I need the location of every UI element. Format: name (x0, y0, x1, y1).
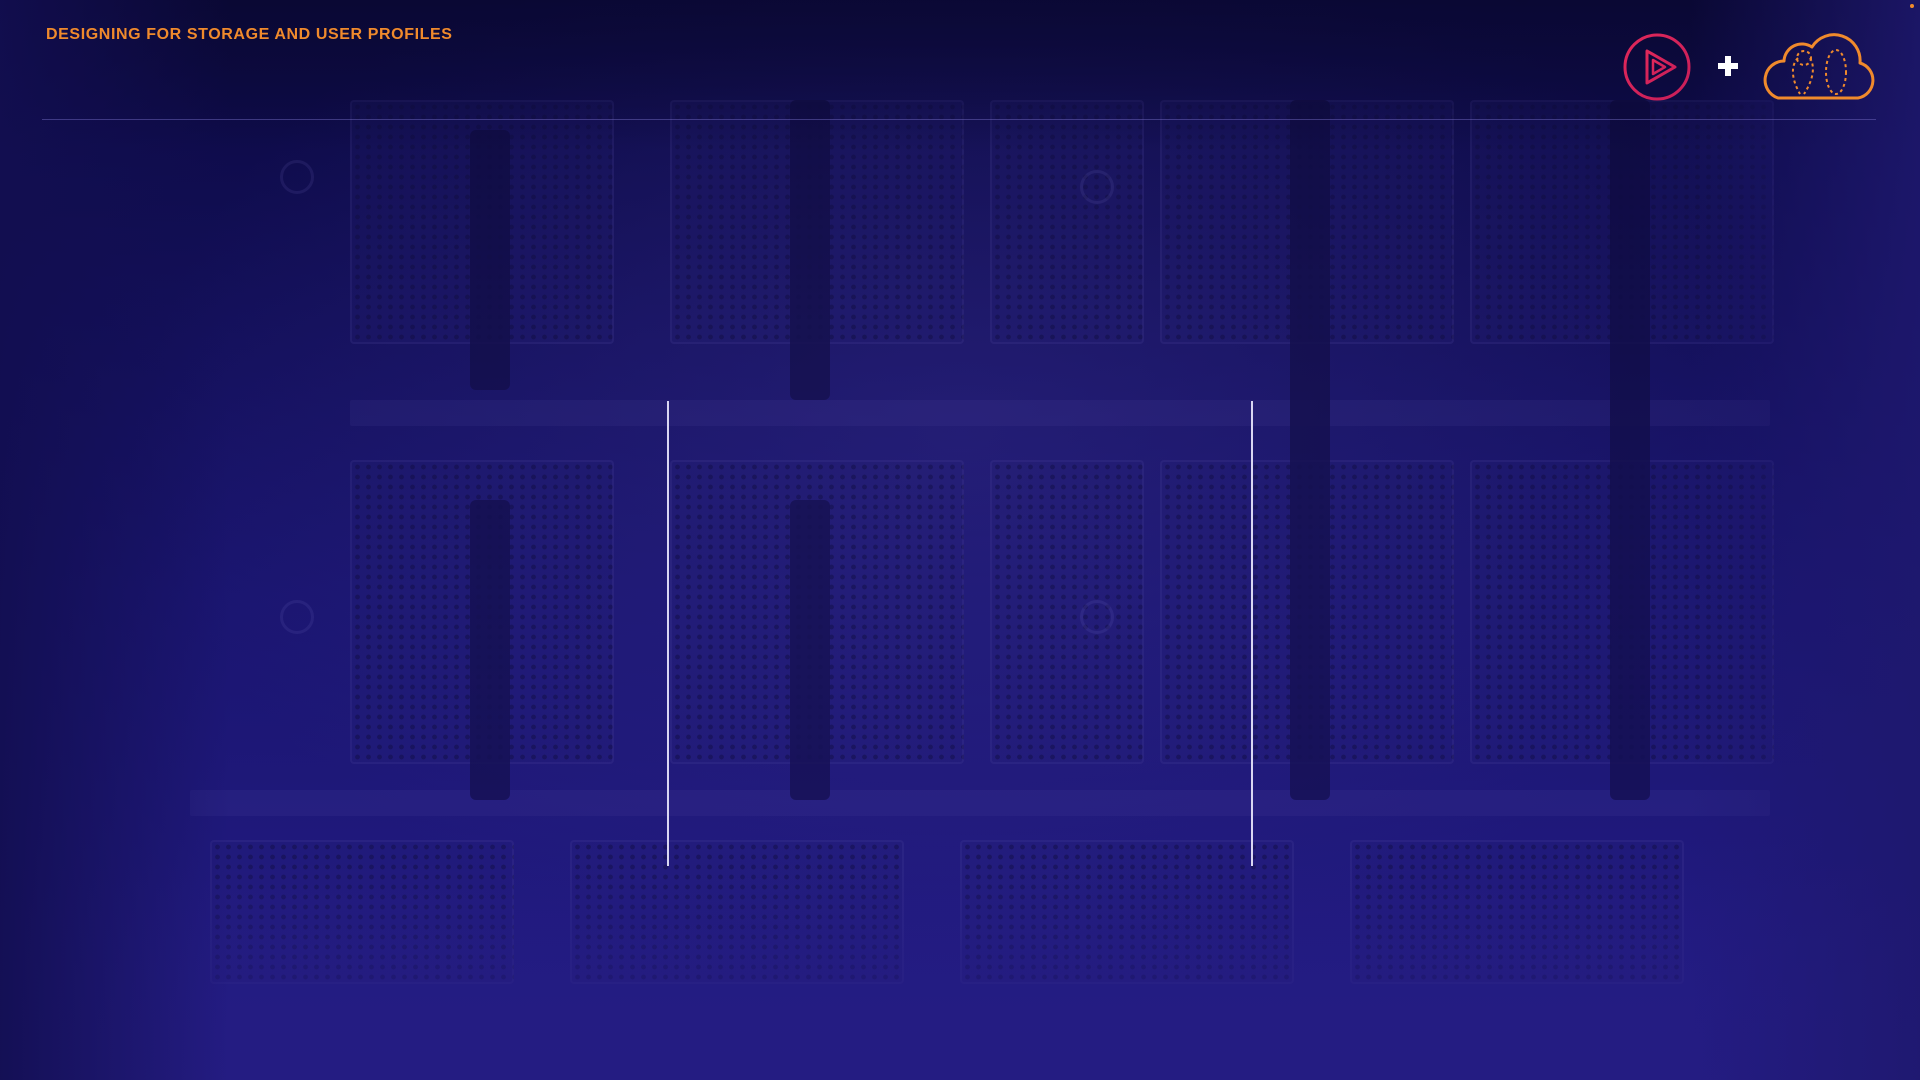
plus-icon (1718, 56, 1738, 76)
cloud-logo-icon (1763, 33, 1875, 100)
slide: DESIGNING FOR STORAGE AND USER PROFILES (0, 0, 1920, 1080)
header-divider (42, 119, 1876, 120)
vertical-divider-left (667, 401, 669, 866)
background-vignette (0, 0, 1920, 1080)
corner-marker (1910, 4, 1914, 8)
vertical-divider-right (1251, 401, 1253, 866)
play-logo-icon (1623, 33, 1691, 101)
slide-title: DESIGNING FOR STORAGE AND USER PROFILES (46, 26, 453, 43)
